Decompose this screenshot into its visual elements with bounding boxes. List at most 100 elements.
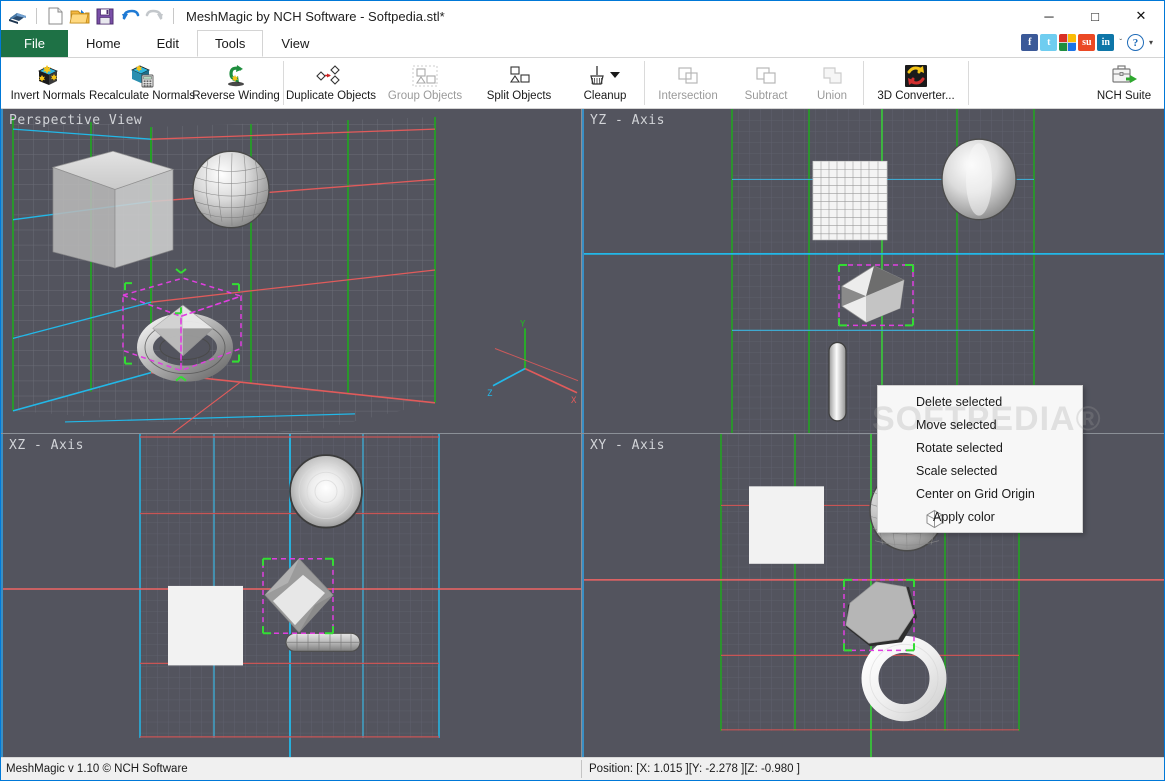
recalculate-normals-icon — [129, 62, 155, 89]
context-menu-item-apply-color[interactable]: Apply color — [878, 505, 1082, 528]
nch-suite-label: NCH Suite — [1096, 90, 1152, 102]
cube-object — [749, 486, 824, 564]
maximize-button[interactable]: □ — [1072, 1, 1118, 31]
context-menu-item-scale-selected[interactable]: Scale selected — [878, 459, 1082, 482]
intersection-label: Intersection — [658, 90, 718, 102]
context-menu-item-label: Center on Grid Origin — [916, 486, 1035, 501]
ribbon-tab-strip: File Home Edit Tools View f t su in ˇ ? … — [1, 30, 1164, 58]
cube-object — [51, 150, 175, 269]
invert-normals-label: Invert Normals — [10, 90, 86, 102]
union-button: Union — [801, 58, 863, 108]
intersection-icon — [673, 62, 703, 89]
stumbleupon-icon[interactable]: su — [1078, 34, 1096, 51]
perspective-scene-svg: Y X Z — [3, 109, 581, 433]
close-button[interactable]: ✕ — [1118, 1, 1164, 31]
subtract-button: Subtract — [731, 58, 801, 108]
title-bar: MeshMagic by NCH Software - Softpedia.st… — [1, 1, 1164, 31]
tab-view[interactable]: View — [263, 30, 328, 57]
sphere-object — [289, 454, 363, 529]
social-overflow-chevron-icon[interactable]: ˇ — [1119, 38, 1122, 47]
facebook-icon[interactable]: f — [1021, 34, 1039, 51]
tab-edit[interactable]: Edit — [138, 30, 198, 57]
status-version-text: MeshMagic v 1.10 © NCH Software — [6, 763, 188, 775]
group-objects-label: Group Objects — [387, 90, 463, 102]
context-menu-item-label: Delete selected — [916, 394, 1003, 409]
xz-scene-svg — [3, 434, 581, 757]
cleanup-button[interactable]: Cleanup — [566, 58, 644, 108]
viewport-xz[interactable]: XZ - Axis — [1, 434, 581, 757]
context-menu-item-move-selected[interactable]: Move selected — [878, 413, 1082, 436]
viewport-perspective[interactable]: Perspective View Y X Z — [1, 109, 581, 433]
status-bar: MeshMagic v 1.10 © NCH Software Position… — [1, 757, 1164, 780]
svg-text:Z: Z — [487, 389, 493, 399]
tab-file[interactable]: File — [1, 30, 68, 57]
context-menu-item-label: Apply color — [933, 509, 995, 524]
nch-suite-icon — [1109, 62, 1139, 89]
save-file-icon[interactable] — [94, 5, 116, 27]
split-objects-button[interactable]: Split Objects — [472, 58, 566, 108]
social-button-bar: f t su in ˇ ? ▾ — [1021, 34, 1156, 51]
open-file-icon[interactable] — [69, 5, 91, 27]
minimize-button[interactable]: ─ — [1026, 1, 1072, 31]
recalculate-normals-label: Recalculate Normals — [88, 90, 196, 102]
undo-icon[interactable] — [119, 5, 141, 27]
reverse-winding-button[interactable]: Reverse Winding — [189, 58, 283, 108]
duplicate-objects-icon — [316, 62, 346, 89]
googleplus-icon[interactable] — [1059, 34, 1077, 51]
union-icon — [817, 62, 847, 89]
ribbon-right-group: NCH Suite — [1084, 58, 1164, 109]
context-menu-item-rotate-selected[interactable]: Rotate selected — [878, 436, 1082, 459]
viewport-xy-label: XY - Axis — [590, 438, 665, 453]
cleanup-icon — [582, 62, 628, 89]
invert-normals-button[interactable]: Invert Normals — [1, 58, 95, 108]
capsule-object — [828, 341, 847, 422]
context-menu-item-center-on-grid-origin[interactable]: Center on Grid Origin — [878, 482, 1082, 505]
converter-group: 3D Converter... — [864, 58, 968, 108]
context-menu[interactable]: SOFTPEDIA® Delete selected Move selected… — [872, 385, 1101, 533]
redo-icon — [144, 5, 166, 27]
union-label: Union — [816, 90, 848, 102]
svg-text:X: X — [571, 396, 577, 406]
perspective-scene: Y X Z — [3, 109, 581, 433]
3d-converter-icon — [903, 62, 929, 89]
linkedin-icon[interactable]: in — [1097, 34, 1115, 51]
subtract-label: Subtract — [744, 90, 788, 102]
duplicate-objects-label: Duplicate Objects — [285, 90, 377, 102]
subtract-icon — [751, 62, 781, 89]
sphere-object — [192, 150, 270, 229]
help-icon[interactable]: ? — [1126, 34, 1144, 51]
cube-object — [168, 585, 243, 666]
group-objects-button: Group Objects — [378, 58, 472, 108]
reverse-winding-icon — [223, 62, 249, 89]
normals-group: Invert Normals Recalculate Normals Rever… — [1, 58, 283, 108]
window-title: MeshMagic by NCH Software - Softpedia.st… — [186, 8, 445, 24]
objects-group: Duplicate Objects Group Objects Split Ob… — [284, 58, 644, 108]
app-logo-icon[interactable] — [7, 5, 29, 27]
nch-suite-button[interactable]: NCH Suite — [1084, 58, 1164, 109]
new-file-icon[interactable] — [44, 5, 66, 27]
duplicate-objects-button[interactable]: Duplicate Objects — [284, 58, 378, 108]
application-window: MeshMagic by NCH Software - Softpedia.st… — [0, 0, 1165, 781]
split-objects-icon — [504, 62, 534, 89]
ribbon-separator-4 — [968, 61, 969, 105]
qat-separator — [36, 8, 37, 24]
context-menu-item-label: Move selected — [916, 417, 997, 432]
cleanup-dropdown-arrow — [610, 71, 620, 78]
invert-normals-icon — [35, 62, 61, 89]
help-dropdown-chevron-icon[interactable]: ▾ — [1149, 38, 1153, 47]
reverse-winding-label: Reverse Winding — [192, 90, 280, 102]
tab-home[interactable]: Home — [67, 30, 139, 57]
torus-object — [285, 632, 361, 652]
tab-tools[interactable]: Tools — [197, 30, 264, 57]
quick-access-toolbar — [1, 5, 178, 27]
svg-text:Y: Y — [520, 319, 526, 329]
3d-converter-button[interactable]: 3D Converter... — [864, 58, 968, 108]
group-objects-icon — [410, 62, 440, 89]
recalculate-normals-button[interactable]: Recalculate Normals — [89, 58, 195, 108]
context-menu-item-delete-selected[interactable]: Delete selected — [878, 390, 1082, 413]
viewport-grid: Perspective View Y X Z YZ - Axis XZ - Ax… — [1, 109, 1164, 757]
twitter-icon[interactable]: t — [1040, 34, 1058, 51]
xz-scene — [3, 434, 581, 757]
intersection-button: Intersection — [645, 58, 731, 108]
sphere-object — [941, 138, 1017, 221]
